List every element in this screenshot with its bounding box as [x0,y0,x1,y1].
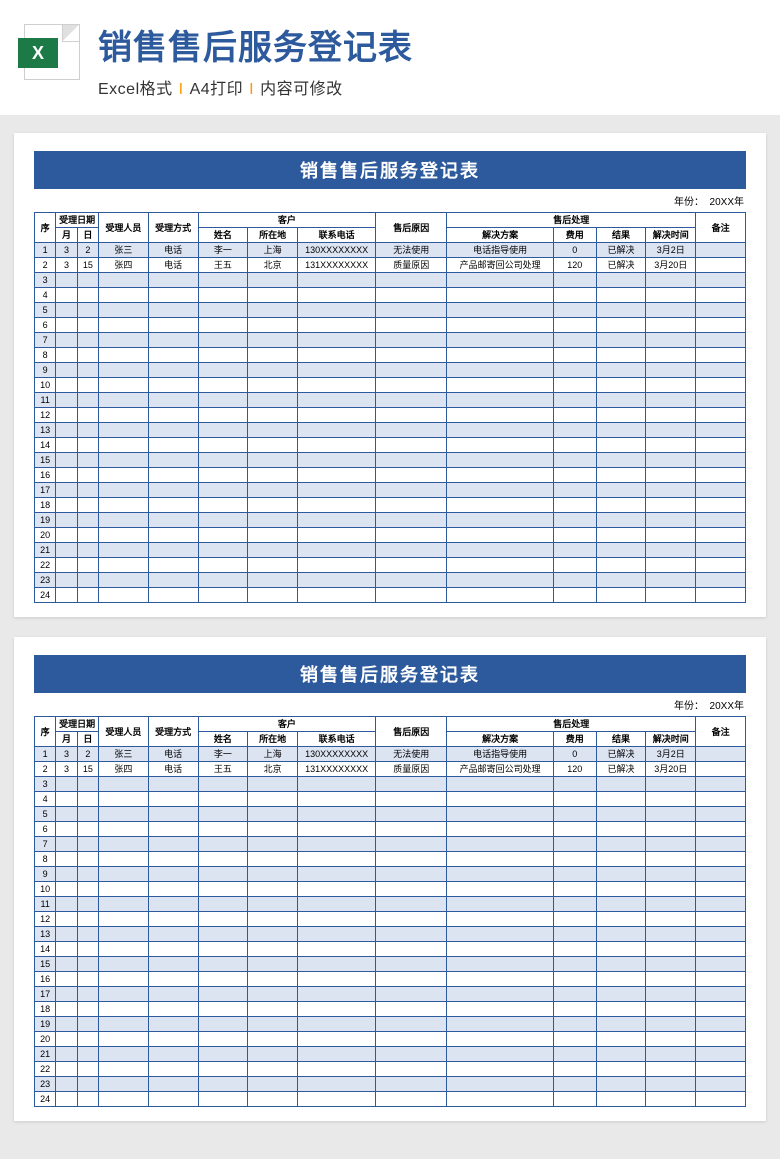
table-row: 21 [35,1047,746,1062]
table-row: 17 [35,987,746,1002]
col-day: 日 [77,228,98,243]
table-row: 23 [35,573,746,588]
col-tel: 联系电话 [298,228,376,243]
table-row: 2315张四电话王五北京131XXXXXXXX质量原因产品邮寄回公司处理120已… [35,258,746,273]
col-after-group: 售后处理 [447,717,696,732]
col-sol: 解决方案 [447,228,554,243]
col-note: 备注 [696,717,746,747]
col-name: 姓名 [198,732,248,747]
table-row: 18 [35,498,746,513]
table-row: 12 [35,912,746,927]
table-row: 9 [35,867,746,882]
col-seq: 序 [35,213,56,243]
table-row: 132张三电话李一上海130XXXXXXXX无法使用电话指导使用0已解决3月2日 [35,243,746,258]
table-row: 7 [35,333,746,348]
col-loc: 所在地 [248,732,298,747]
table-row: 16 [35,972,746,987]
sheet-title: 销售售后服务登记表 [34,655,746,693]
table-row: 18 [35,1002,746,1017]
col-staff: 受理人员 [98,717,148,747]
hero-subtitle: Excel格式IA4打印I内容可修改 [98,75,756,99]
col-method: 受理方式 [148,213,198,243]
table-row: 16 [35,468,746,483]
col-cust-group: 客户 [198,213,376,228]
table-row: 12 [35,408,746,423]
table-row: 15 [35,957,746,972]
col-res: 结果 [596,228,646,243]
year-row: 年份： 20XX年 [34,189,746,212]
col-name: 姓名 [198,228,248,243]
col-res: 结果 [596,732,646,747]
year-row: 年份： 20XX年 [34,693,746,716]
col-note: 备注 [696,213,746,243]
col-month: 月 [56,228,77,243]
col-tel: 联系电话 [298,732,376,747]
col-method: 受理方式 [148,717,198,747]
table-row: 4 [35,792,746,807]
col-staff: 受理人员 [98,213,148,243]
col-fee: 费用 [553,228,596,243]
table-row: 9 [35,363,746,378]
table-row: 22 [35,1062,746,1077]
col-date-group: 受理日期 [56,213,99,228]
table-row: 19 [35,1017,746,1032]
table-row: 13 [35,927,746,942]
table-row: 14 [35,942,746,957]
table-row: 13 [35,423,746,438]
table-row: 3 [35,273,746,288]
table-row: 2315张四电话王五北京131XXXXXXXX质量原因产品邮寄回公司处理120已… [35,762,746,777]
hero-banner: X 销售售后服务登记表 Excel格式IA4打印I内容可修改 [0,0,780,115]
col-day: 日 [77,732,98,747]
table-row: 7 [35,837,746,852]
table-row: 6 [35,318,746,333]
table-row: 8 [35,348,746,363]
col-reason: 售后原因 [376,717,447,747]
col-month: 月 [56,732,77,747]
table-row: 10 [35,378,746,393]
excel-icon: X [24,24,80,80]
table-row: 20 [35,1032,746,1047]
col-date-group: 受理日期 [56,717,99,732]
col-time: 解决时间 [646,732,696,747]
page-body: 销售售后服务登记表年份： 20XX年序受理日期受理人员受理方式客户售后原因售后处… [0,115,780,1159]
table-row: 15 [35,453,746,468]
table-row: 21 [35,543,746,558]
service-table: 序受理日期受理人员受理方式客户售后原因售后处理备注月日 姓名所在地联系电话 解决方案… [34,716,746,1107]
table-row: 14 [35,438,746,453]
col-after-group: 售后处理 [447,213,696,228]
table-row: 22 [35,558,746,573]
table-row: 4 [35,288,746,303]
hero-title: 销售售后服务登记表 [98,20,756,69]
col-cust-group: 客户 [198,717,376,732]
col-loc: 所在地 [248,228,298,243]
sheet-title: 销售售后服务登记表 [34,151,746,189]
table-row: 20 [35,528,746,543]
col-fee: 费用 [553,732,596,747]
col-reason: 售后原因 [376,213,447,243]
table-row: 5 [35,303,746,318]
table-row: 24 [35,1092,746,1107]
col-time: 解决时间 [646,228,696,243]
table-row: 23 [35,1077,746,1092]
col-sol: 解决方案 [447,732,554,747]
table-row: 10 [35,882,746,897]
table-row: 8 [35,852,746,867]
service-table: 序受理日期受理人员受理方式客户售后原因售后处理备注月日 姓名所在地联系电话 解决方案… [34,212,746,603]
table-row: 3 [35,777,746,792]
table-row: 11 [35,897,746,912]
table-row: 11 [35,393,746,408]
table-row: 19 [35,513,746,528]
sheet-2: 销售售后服务登记表年份： 20XX年序受理日期受理人员受理方式客户售后原因售后处… [14,637,766,1121]
table-row: 17 [35,483,746,498]
table-row: 132张三电话李一上海130XXXXXXXX无法使用电话指导使用0已解决3月2日 [35,747,746,762]
table-row: 6 [35,822,746,837]
sheet-1: 销售售后服务登记表年份： 20XX年序受理日期受理人员受理方式客户售后原因售后处… [14,133,766,617]
table-row: 5 [35,807,746,822]
table-row: 24 [35,588,746,603]
col-seq: 序 [35,717,56,747]
